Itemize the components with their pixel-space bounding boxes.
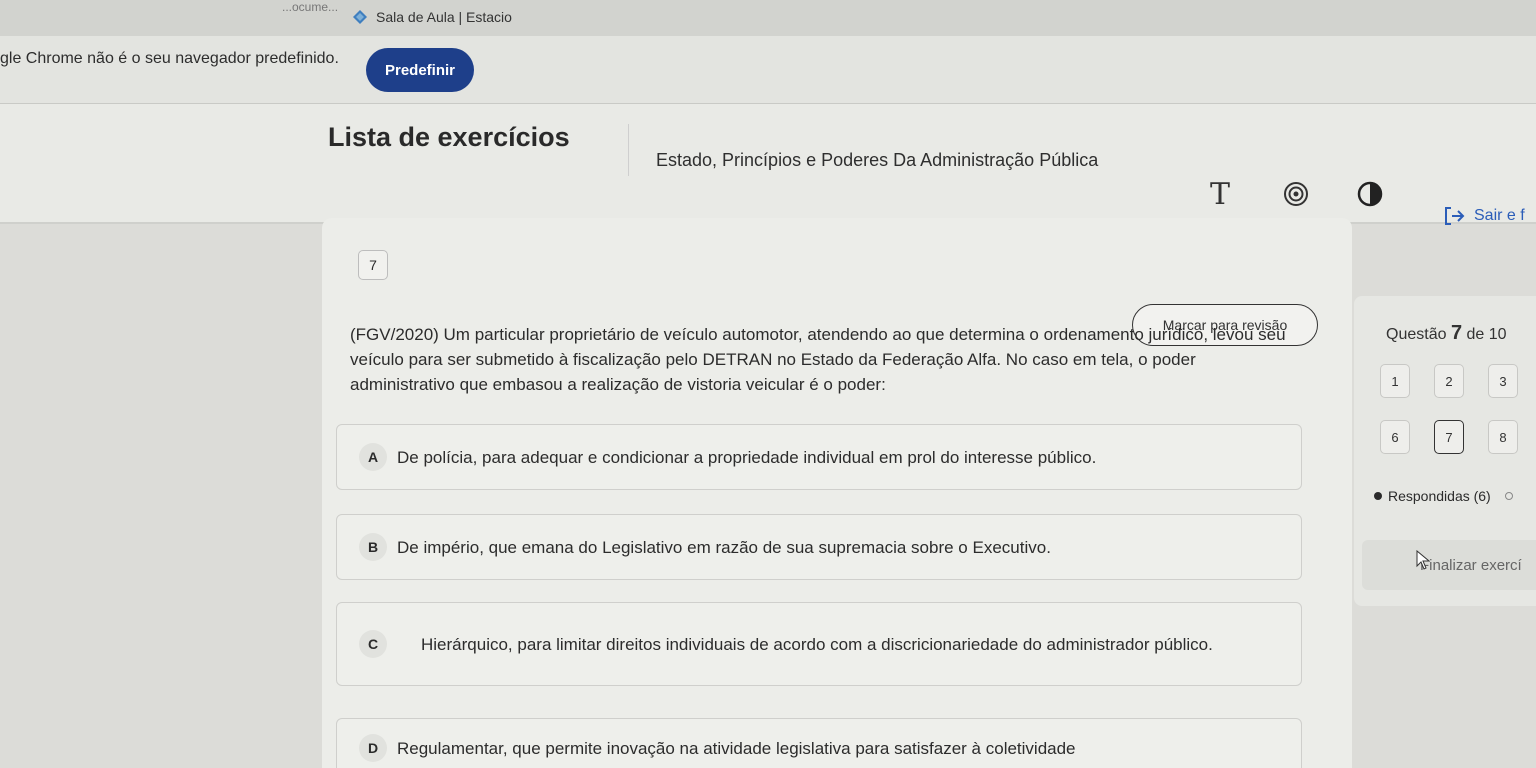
option-letter: C <box>359 630 387 658</box>
browser-tab-strip: ...ocume... Sala de Aula | Estacio <box>0 0 1536 36</box>
question-text: (FGV/2020) Um particular proprietário de… <box>350 325 1286 394</box>
exit-icon <box>1445 207 1465 225</box>
question-navigator: Questão 7 de 10 1 2 3 6 7 8 Respondidas … <box>1354 296 1536 606</box>
option-d[interactable]: D Regulamentar, que permite inovação na … <box>336 718 1302 768</box>
exit-button[interactable]: Sair e f <box>1444 206 1525 226</box>
option-letter: A <box>359 443 387 471</box>
option-letter: B <box>359 533 387 561</box>
default-browser-infobar: gle Chrome não é o seu navegador predefi… <box>0 36 1536 104</box>
question-number: 7 <box>358 250 388 280</box>
question-button-2[interactable]: 2 <box>1434 364 1464 398</box>
header-divider <box>628 124 629 176</box>
question-button-7[interactable]: 7 <box>1434 420 1464 454</box>
page-header: Lista de exercícios Estado, Princípios e… <box>0 104 1536 226</box>
question-button-8[interactable]: 8 <box>1488 420 1518 454</box>
option-text: Hierárquico, para limitar direitos indiv… <box>421 634 1213 654</box>
diamond-favicon-icon <box>353 10 367 24</box>
question-counter: Questão 7 de 10 <box>1386 322 1507 345</box>
question-counter-suffix: de 10 <box>1466 326 1507 343</box>
question-counter-prefix: Questão <box>1386 326 1447 343</box>
question-button-6[interactable]: 6 <box>1380 420 1410 454</box>
question-grid: 1 2 3 6 7 8 <box>1380 364 1518 454</box>
finish-exercise-button[interactable]: Finalizar exercí <box>1362 540 1536 590</box>
target-icon[interactable] <box>1282 180 1310 208</box>
mouse-cursor-icon <box>1416 550 1430 570</box>
active-tab[interactable]: Sala de Aula | Estacio <box>352 2 512 32</box>
infobar-message: gle Chrome não é o seu navegador predefi… <box>0 50 339 67</box>
page-title: Lista de exercícios <box>328 122 570 152</box>
previous-tab[interactable]: ...ocume... <box>282 0 338 14</box>
question-button-1[interactable]: 1 <box>1380 364 1410 398</box>
option-a[interactable]: A De polícia, para adequar e condicionar… <box>336 424 1302 490</box>
question-button-3[interactable]: 3 <box>1488 364 1518 398</box>
answered-label: Respondidas (6) <box>1388 488 1491 504</box>
font-size-icon[interactable]: T <box>1206 177 1234 212</box>
question-counter-current: 7 <box>1450 322 1463 344</box>
option-c[interactable]: C Hierárquico, para limitar direitos ind… <box>336 602 1302 686</box>
answered-dot-icon <box>1374 492 1382 500</box>
option-b[interactable]: B De império, que emana do Legislativo e… <box>336 514 1302 580</box>
unanswered-dot-icon <box>1504 492 1513 500</box>
page-subtitle: Estado, Princípios e Poderes Da Administ… <box>656 150 1099 170</box>
answered-legend: Respondidas (6) <box>1374 488 1513 504</box>
option-letter: D <box>359 734 387 762</box>
option-text: Regulamentar, que permite inovação na at… <box>397 738 1076 758</box>
set-default-button[interactable]: Predefinir <box>366 48 474 92</box>
active-tab-title: Sala de Aula | Estacio <box>376 9 512 25</box>
question-card: 7 Marcar para revisão (FGV/2020) Um part… <box>322 218 1352 768</box>
contrast-icon[interactable] <box>1356 180 1384 208</box>
option-text: De império, que emana do Legislativo em … <box>397 537 1051 557</box>
option-text: De polícia, para adequar e condicionar a… <box>397 447 1097 467</box>
exit-label: Sair e f <box>1474 207 1525 224</box>
